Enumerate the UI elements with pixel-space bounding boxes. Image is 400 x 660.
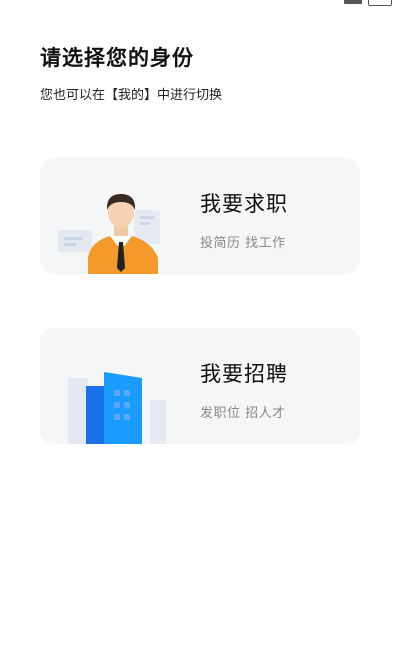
status-icons	[344, 0, 392, 6]
battery-icon	[368, 0, 392, 6]
job-seeker-card[interactable]: 我要求职 投简历 找工作	[40, 158, 360, 274]
recruiter-desc: 发职位 招人才	[200, 406, 286, 421]
building-illustration-icon	[68, 372, 166, 444]
page-subtitle: 您也可以在【我的】中进行切换	[40, 88, 223, 103]
job-seeker-illustration-icon	[58, 194, 160, 274]
job-seeker-desc: 投简历 找工作	[200, 236, 286, 251]
page-title: 请选择您的身份	[40, 46, 194, 70]
status-bar	[0, 0, 400, 8]
recruiter-title: 我要招聘	[200, 362, 288, 386]
signal-icon	[344, 0, 362, 4]
recruiter-card[interactable]: 我要招聘 发职位 招人才	[40, 328, 360, 444]
job-seeker-title: 我要求职	[200, 192, 288, 216]
